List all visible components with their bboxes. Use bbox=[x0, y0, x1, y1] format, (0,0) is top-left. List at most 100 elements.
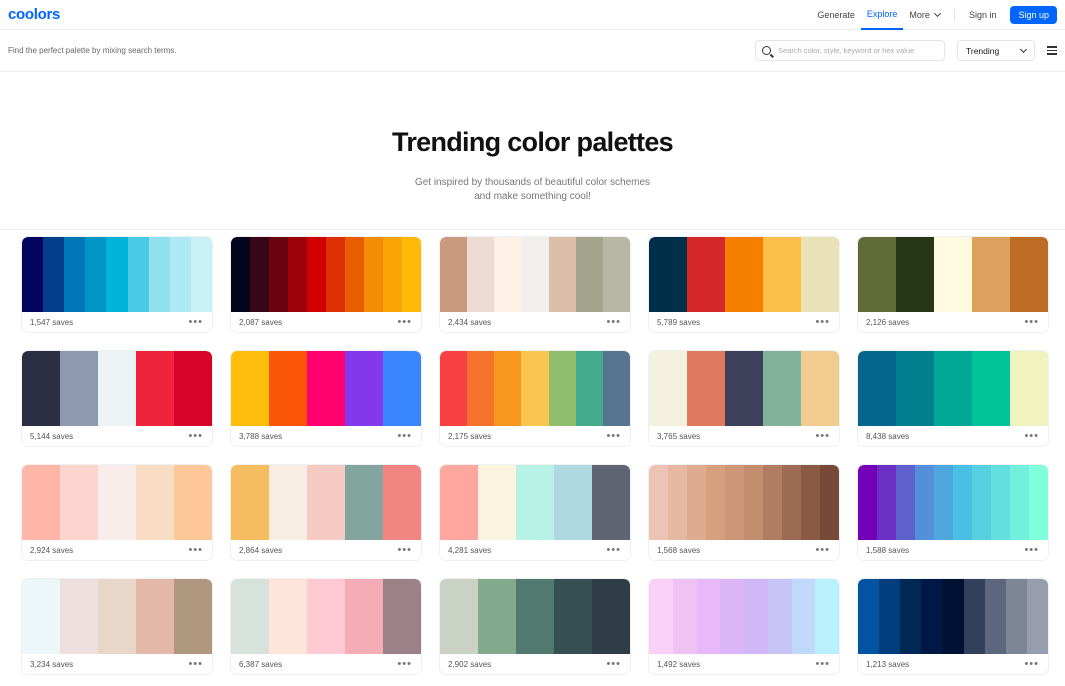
color-swatch[interactable] bbox=[763, 351, 801, 426]
color-swatch[interactable] bbox=[767, 579, 792, 654]
palette-swatches[interactable] bbox=[231, 351, 421, 426]
sign-up-button[interactable]: Sign up bbox=[1010, 5, 1057, 24]
color-swatch[interactable] bbox=[383, 579, 421, 654]
color-swatch[interactable] bbox=[127, 237, 149, 312]
color-swatch[interactable] bbox=[668, 465, 687, 540]
color-swatch[interactable] bbox=[231, 465, 269, 540]
color-swatch[interactable] bbox=[364, 237, 383, 312]
color-swatch[interactable] bbox=[858, 579, 880, 654]
palette-swatches[interactable] bbox=[858, 237, 1048, 312]
palette-card[interactable]: 3,765 saves ••• bbox=[649, 351, 839, 446]
search-input[interactable] bbox=[778, 46, 938, 55]
color-swatch[interactable] bbox=[269, 579, 307, 654]
color-swatch[interactable] bbox=[169, 237, 191, 312]
color-swatch[interactable] bbox=[963, 579, 985, 654]
search-box[interactable] bbox=[755, 40, 945, 61]
color-swatch[interactable] bbox=[43, 237, 65, 312]
color-swatch[interactable] bbox=[345, 579, 383, 654]
color-swatch[interactable] bbox=[64, 237, 86, 312]
more-options-icon[interactable]: ••• bbox=[809, 659, 836, 670]
color-swatch[interactable] bbox=[440, 465, 478, 540]
palette-card[interactable]: 2,902 saves ••• bbox=[440, 579, 630, 674]
color-swatch[interactable] bbox=[706, 465, 725, 540]
color-swatch[interactable] bbox=[649, 579, 673, 654]
nav-more[interactable]: More bbox=[903, 0, 946, 30]
palette-swatches[interactable] bbox=[440, 465, 630, 540]
palette-card[interactable]: 2,126 saves ••• bbox=[858, 237, 1048, 332]
color-swatch[interactable] bbox=[820, 465, 839, 540]
palette-swatches[interactable] bbox=[22, 351, 212, 426]
color-swatch[interactable] bbox=[991, 465, 1010, 540]
hamburger-menu-icon[interactable] bbox=[1047, 46, 1057, 55]
palette-swatches[interactable] bbox=[858, 351, 1048, 426]
color-swatch[interactable] bbox=[687, 351, 725, 426]
color-swatch[interactable] bbox=[877, 465, 896, 540]
more-options-icon[interactable]: ••• bbox=[809, 431, 836, 442]
color-swatch[interactable] bbox=[548, 351, 576, 426]
color-swatch[interactable] bbox=[307, 237, 326, 312]
color-swatch[interactable] bbox=[250, 237, 269, 312]
palette-swatches[interactable] bbox=[231, 465, 421, 540]
color-swatch[interactable] bbox=[326, 237, 345, 312]
color-swatch[interactable] bbox=[269, 237, 288, 312]
color-swatch[interactable] bbox=[801, 237, 839, 312]
palette-card[interactable]: 1,492 saves ••• bbox=[649, 579, 839, 674]
color-swatch[interactable] bbox=[98, 579, 136, 654]
color-swatch[interactable] bbox=[98, 465, 136, 540]
color-swatch[interactable] bbox=[521, 351, 549, 426]
color-swatch[interactable] bbox=[231, 579, 269, 654]
color-swatch[interactable] bbox=[136, 351, 174, 426]
color-swatch[interactable] bbox=[575, 237, 603, 312]
palette-swatches[interactable] bbox=[231, 237, 421, 312]
palette-card[interactable]: 2,434 saves ••• bbox=[440, 237, 630, 332]
color-swatch[interactable] bbox=[478, 579, 516, 654]
color-swatch[interactable] bbox=[307, 351, 345, 426]
more-options-icon[interactable]: ••• bbox=[1018, 545, 1045, 556]
color-swatch[interactable] bbox=[1010, 237, 1048, 312]
color-swatch[interactable] bbox=[467, 351, 495, 426]
color-swatch[interactable] bbox=[383, 237, 402, 312]
color-swatch[interactable] bbox=[98, 351, 136, 426]
more-options-icon[interactable]: ••• bbox=[182, 431, 209, 442]
palette-card[interactable]: 6,387 saves ••• bbox=[231, 579, 421, 674]
color-swatch[interactable] bbox=[307, 579, 345, 654]
color-swatch[interactable] bbox=[494, 351, 522, 426]
palette-card[interactable]: 1,588 saves ••• bbox=[858, 465, 1048, 560]
color-swatch[interactable] bbox=[687, 465, 706, 540]
color-swatch[interactable] bbox=[60, 579, 98, 654]
color-swatch[interactable] bbox=[921, 579, 943, 654]
color-swatch[interactable] bbox=[402, 237, 421, 312]
coolors-logo[interactable]: coolors bbox=[8, 6, 60, 23]
color-swatch[interactable] bbox=[815, 579, 839, 654]
palette-swatches[interactable] bbox=[858, 465, 1048, 540]
color-swatch[interactable] bbox=[744, 579, 768, 654]
more-options-icon[interactable]: ••• bbox=[1018, 431, 1045, 442]
color-swatch[interactable] bbox=[972, 351, 1010, 426]
color-swatch[interactable] bbox=[934, 351, 972, 426]
color-swatch[interactable] bbox=[554, 579, 592, 654]
color-swatch[interactable] bbox=[953, 465, 972, 540]
color-swatch[interactable] bbox=[858, 465, 877, 540]
color-swatch[interactable] bbox=[467, 237, 495, 312]
color-swatch[interactable] bbox=[687, 237, 725, 312]
more-options-icon[interactable]: ••• bbox=[391, 431, 418, 442]
palette-swatches[interactable] bbox=[231, 579, 421, 654]
palette-card[interactable]: 3,234 saves ••• bbox=[22, 579, 212, 674]
more-options-icon[interactable]: ••• bbox=[1018, 317, 1045, 328]
palette-swatches[interactable] bbox=[440, 579, 630, 654]
color-swatch[interactable] bbox=[106, 237, 128, 312]
color-swatch[interactable] bbox=[649, 237, 687, 312]
palette-swatches[interactable] bbox=[440, 237, 630, 312]
color-swatch[interactable] bbox=[345, 465, 383, 540]
color-swatch[interactable] bbox=[942, 579, 964, 654]
color-swatch[interactable] bbox=[85, 237, 107, 312]
palette-swatches[interactable] bbox=[22, 579, 212, 654]
palette-swatches[interactable] bbox=[22, 465, 212, 540]
color-swatch[interactable] bbox=[494, 237, 522, 312]
color-swatch[interactable] bbox=[516, 579, 554, 654]
palette-swatches[interactable] bbox=[440, 351, 630, 426]
palette-card[interactable]: 5,789 saves ••• bbox=[649, 237, 839, 332]
more-options-icon[interactable]: ••• bbox=[182, 317, 209, 328]
color-swatch[interactable] bbox=[649, 351, 687, 426]
color-swatch[interactable] bbox=[60, 465, 98, 540]
